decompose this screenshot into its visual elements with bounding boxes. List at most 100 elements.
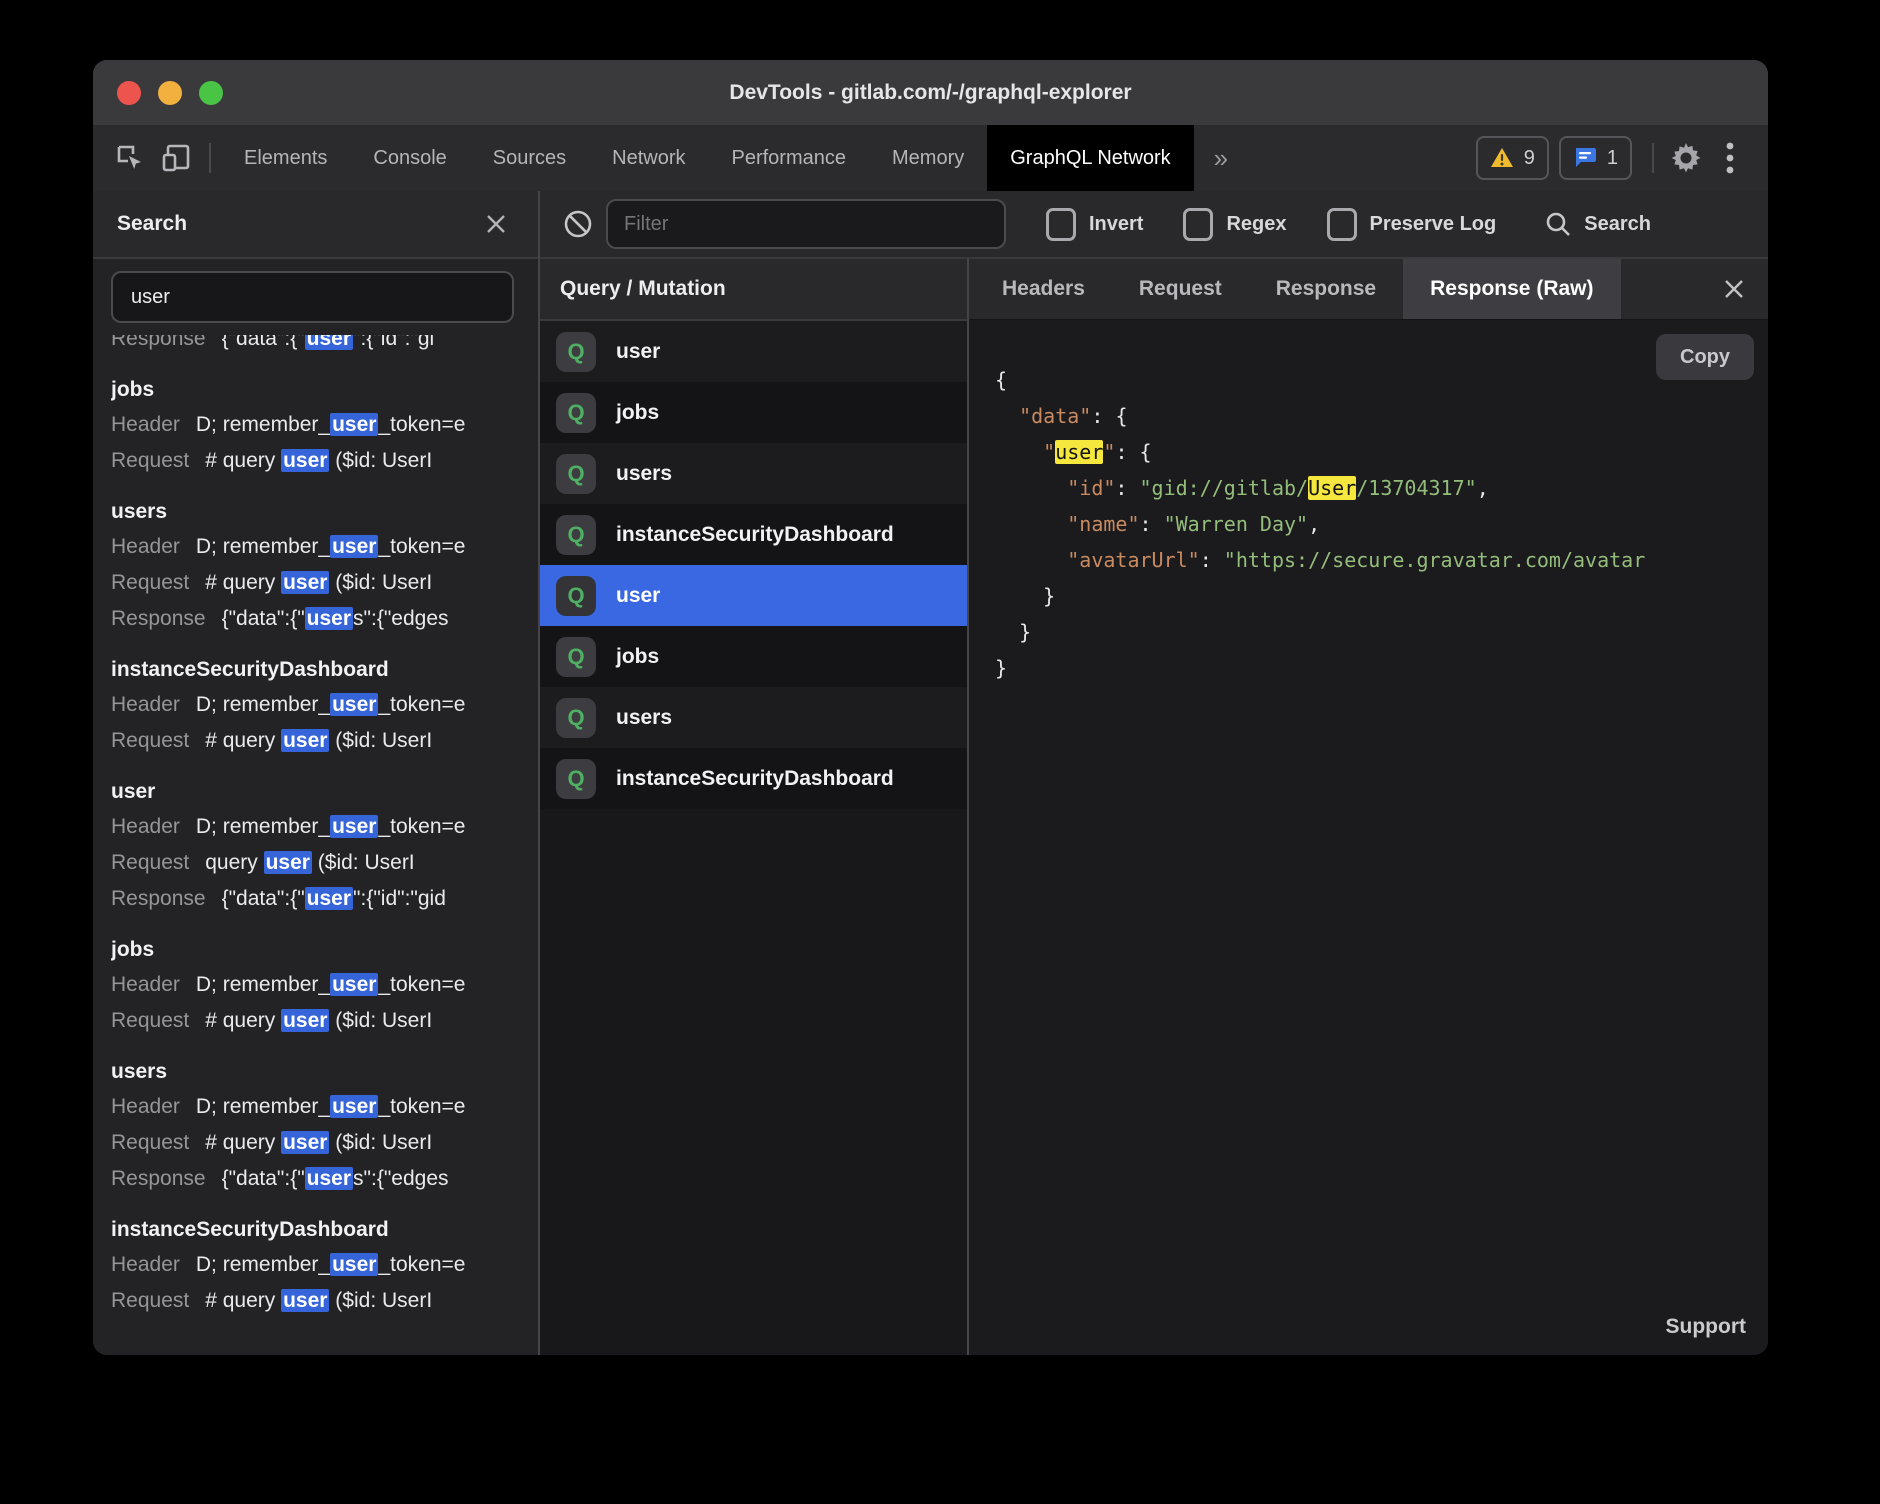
result-row-label: Header xyxy=(111,413,180,436)
json-token: "https://secure.gravatar.com/avatar xyxy=(1224,548,1645,572)
result-row-content: query user ($id: UserI xyxy=(205,851,414,874)
search-result-row[interactable]: Request# query user ($id: UserI xyxy=(111,565,538,601)
query-item-label: user xyxy=(616,340,660,364)
query-item-users[interactable]: Qusers xyxy=(540,687,967,748)
search-result-row[interactable]: HeaderD; remember_user_token=e xyxy=(111,407,538,443)
issues-badge[interactable]: 1 xyxy=(1559,136,1632,180)
result-row-label: Request xyxy=(111,729,189,752)
warnings-badge[interactable]: 9 xyxy=(1476,136,1549,180)
json-token xyxy=(995,512,1067,536)
json-line: } xyxy=(995,614,1768,650)
support-link[interactable]: Support xyxy=(1666,1315,1746,1339)
toolbar-search-control[interactable]: Search xyxy=(1544,210,1651,238)
result-row-label: Request xyxy=(111,1131,189,1154)
detail-tab-request[interactable]: Request xyxy=(1112,259,1249,319)
tab-graphql-network[interactable]: GraphQL Network xyxy=(987,125,1193,191)
search-result-row[interactable]: HeaderD; remember_user_token=e xyxy=(111,809,538,845)
more-tabs-icon[interactable]: » xyxy=(1194,143,1248,174)
text-run: # query xyxy=(205,1131,281,1154)
detail-tab-response[interactable]: Response xyxy=(1249,259,1403,319)
clear-log-icon[interactable] xyxy=(558,204,598,244)
result-row-label: Header xyxy=(111,973,180,996)
response-raw-content: Copy { "data": { "user": { "id": "gid://… xyxy=(969,320,1768,1355)
toolbar-search-label: Search xyxy=(1584,213,1651,236)
query-item-user[interactable]: Quser xyxy=(540,565,967,626)
query-item-instancesecuritydashboard[interactable]: QinstanceSecurityDashboard xyxy=(540,748,967,809)
search-result-row[interactable]: Request# query user ($id: UserI xyxy=(111,1003,538,1039)
preserve-log-checkbox[interactable] xyxy=(1327,208,1357,241)
detail-tab-response-raw[interactable]: Response (Raw) xyxy=(1403,259,1620,319)
query-type-badge: Q xyxy=(556,393,596,433)
query-item-label: instanceSecurityDashboard xyxy=(616,523,894,547)
match-highlight: user xyxy=(305,607,353,630)
text-run: D; remember_ xyxy=(196,973,330,996)
settings-gear-icon[interactable] xyxy=(1664,136,1708,180)
close-window-button[interactable] xyxy=(117,81,141,105)
search-panel-header: Search xyxy=(93,191,538,259)
search-result-row[interactable]: Response{"data":{"user":{"id":"gid xyxy=(111,881,538,917)
search-result-row[interactable]: Requestquery user ($id: UserI xyxy=(111,845,538,881)
zoom-window-button[interactable] xyxy=(199,81,223,105)
search-result-row[interactable]: HeaderD; remember_user_token=e xyxy=(111,529,538,565)
query-item-user[interactable]: Quser xyxy=(540,321,967,382)
window-title: DevTools - gitlab.com/-/graphql-explorer xyxy=(729,81,1131,105)
inspect-element-icon[interactable] xyxy=(107,135,153,181)
minimize-window-button[interactable] xyxy=(158,81,182,105)
search-result-row[interactable]: HeaderD; remember_user_token=e xyxy=(111,967,538,1003)
text-run: _token=e xyxy=(378,693,465,716)
result-row-content: # query user ($id: UserI xyxy=(205,1289,432,1312)
search-result-row[interactable]: Response{"data":{"user":{"id":"gi xyxy=(111,335,538,357)
search-result-row[interactable]: Request# query user ($id: UserI xyxy=(111,723,538,759)
devtools-tabbar: ElementsConsoleSourcesNetworkPerformance… xyxy=(93,125,1768,191)
query-item-instancesecuritydashboard[interactable]: QinstanceSecurityDashboard xyxy=(540,504,967,565)
match-highlight: user xyxy=(330,815,378,838)
traffic-lights xyxy=(117,81,223,105)
titlebar: DevTools - gitlab.com/-/graphql-explorer xyxy=(93,60,1768,125)
search-result-row[interactable]: HeaderD; remember_user_token=e xyxy=(111,1247,538,1283)
filter-input[interactable] xyxy=(606,199,1006,249)
match-highlight: user xyxy=(330,1095,378,1118)
invert-checkbox-group[interactable]: Invert xyxy=(1046,208,1143,241)
query-item-jobs[interactable]: Qjobs xyxy=(540,382,967,443)
invert-checkbox[interactable] xyxy=(1046,208,1076,241)
tab-console[interactable]: Console xyxy=(350,125,469,191)
text-run: D; remember_ xyxy=(196,815,330,838)
query-item-jobs[interactable]: Qjobs xyxy=(540,626,967,687)
search-close-icon[interactable] xyxy=(478,206,514,242)
search-result-row[interactable]: Response{"data":{"users":{"edges xyxy=(111,601,538,637)
query-list-items: QuserQjobsQusersQinstanceSecurityDashboa… xyxy=(540,321,967,809)
search-result-row[interactable]: Request# query user ($id: UserI xyxy=(111,1283,538,1319)
json-line: } xyxy=(995,578,1768,614)
text-run: {"data":{" xyxy=(222,335,305,350)
tab-elements[interactable]: Elements xyxy=(221,125,350,191)
text-run: ":{"id":"gid xyxy=(353,887,446,910)
device-toolbar-icon[interactable] xyxy=(153,135,199,181)
devtools-tab-strip: ElementsConsoleSourcesNetworkPerformance… xyxy=(221,125,1194,191)
result-row-content: D; remember_user_token=e xyxy=(196,693,466,716)
search-result-row[interactable]: HeaderD; remember_user_token=e xyxy=(111,687,538,723)
search-panel: Search Response{"data":{"user":{"id":"gi… xyxy=(93,191,540,1355)
invert-label: Invert xyxy=(1089,213,1143,236)
regex-checkbox[interactable] xyxy=(1183,208,1213,241)
regex-checkbox-group[interactable]: Regex xyxy=(1183,208,1286,241)
search-result-row[interactable]: Request# query user ($id: UserI xyxy=(111,443,538,479)
tab-performance[interactable]: Performance xyxy=(709,125,870,191)
detail-tab-headers[interactable]: Headers xyxy=(975,259,1112,319)
preserve-log-label: Preserve Log xyxy=(1370,213,1497,236)
search-result-row[interactable]: HeaderD; remember_user_token=e xyxy=(111,1089,538,1125)
tab-memory[interactable]: Memory xyxy=(869,125,987,191)
issue-count: 1 xyxy=(1607,147,1618,170)
search-result-row[interactable]: Response{"data":{"users":{"edges xyxy=(111,1161,538,1197)
json-token: " xyxy=(1043,440,1055,464)
kebab-menu-icon[interactable] xyxy=(1708,136,1752,180)
result-row-content: {"data":{"user":{"id":"gi xyxy=(222,335,435,350)
preserve-log-checkbox-group[interactable]: Preserve Log xyxy=(1327,208,1497,241)
json-token: : xyxy=(1200,548,1224,572)
tab-sources[interactable]: Sources xyxy=(470,125,589,191)
json-line: "id": "gid://gitlab/User/13704317", xyxy=(995,470,1768,506)
detail-close-icon[interactable] xyxy=(1714,269,1754,309)
query-item-users[interactable]: Qusers xyxy=(540,443,967,504)
search-result-row[interactable]: Request# query user ($id: UserI xyxy=(111,1125,538,1161)
tab-network[interactable]: Network xyxy=(589,125,708,191)
search-input[interactable] xyxy=(111,271,514,323)
